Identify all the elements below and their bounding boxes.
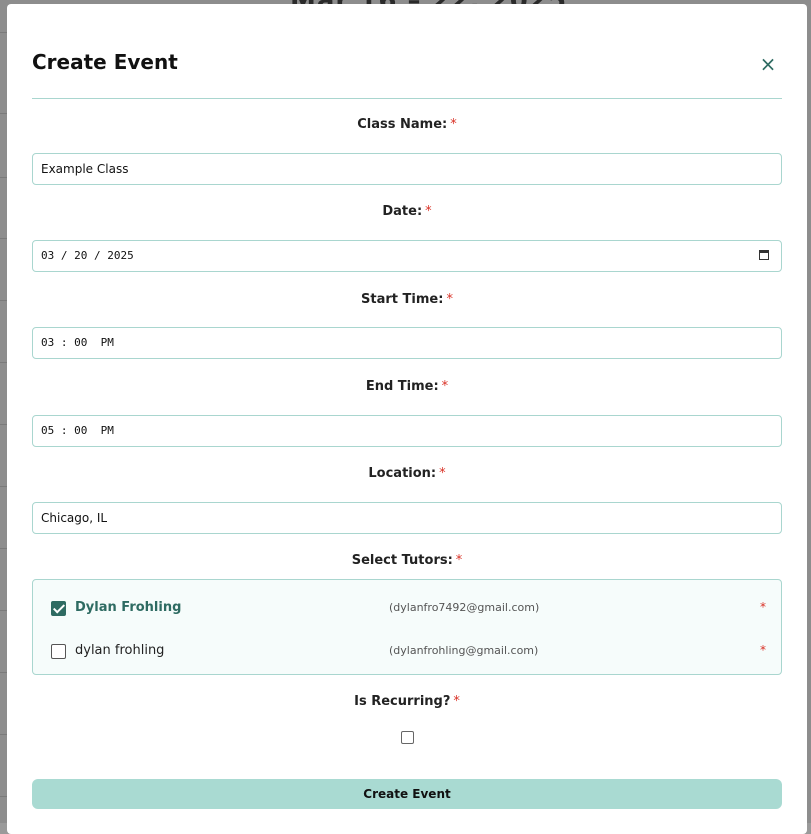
class-name-input[interactable]: Example Class <box>32 153 782 185</box>
start-time-input[interactable]: 03 : 00 PM <box>32 327 782 359</box>
date-input[interactable]: 03 / 20 / 2025 <box>32 240 782 272</box>
required-marker: * <box>453 694 460 709</box>
location-input[interactable]: Chicago, IL <box>32 502 782 534</box>
class-name-label: Class Name: * <box>32 117 782 132</box>
required-marker: * <box>425 204 432 219</box>
tutor-list: Dylan Frohling (dylanfro7492@gmail.com) … <box>32 579 782 675</box>
tutor-option-dylan-frohling-2[interactable]: dylan frohling (dylanfrohling@gmail.com)… <box>33 640 781 664</box>
required-marker: * <box>446 292 453 307</box>
location-label-text: Location: <box>368 466 437 481</box>
modal-title: Create Event <box>32 50 178 74</box>
calendar-icon[interactable] <box>759 250 769 260</box>
required-marker: * <box>455 553 463 568</box>
location-value: Chicago, IL <box>41 511 108 525</box>
is-recurring-label-text: Is Recurring? <box>354 694 451 709</box>
close-button[interactable]: × <box>758 54 778 74</box>
is-recurring-label: Is Recurring? * <box>32 694 782 709</box>
close-icon: × <box>759 52 777 76</box>
date-label-text: Date: <box>382 204 423 219</box>
create-event-button[interactable]: Create Event <box>32 779 782 809</box>
required-marker: * <box>450 117 457 132</box>
select-tutors-label: Select Tutors: * <box>32 553 782 568</box>
end-time-label-text: End Time: <box>365 379 439 394</box>
tutor-email: (dylanfro7492@gmail.com) <box>389 601 540 614</box>
start-time-value: 03 : 00 PM <box>41 336 114 349</box>
location-label: Location: * <box>32 466 782 481</box>
tutor-email: (dylanfrohling@gmail.com) <box>389 644 539 657</box>
create-event-modal: Create Event × Class Name: * Example Clas… <box>7 4 807 834</box>
class-name-value: Example Class <box>41 162 129 176</box>
required-marker: * <box>760 600 766 614</box>
modal-header: Create Event × <box>32 48 782 99</box>
required-marker: * <box>760 643 766 657</box>
required-marker: * <box>441 379 449 394</box>
tutor-checkbox[interactable] <box>51 644 66 659</box>
is-recurring-checkbox[interactable] <box>401 731 414 744</box>
date-value: 03 / 20 / 2025 <box>41 249 134 262</box>
tutor-name: dylan frohling <box>75 643 165 658</box>
class-name-label-text: Class Name: <box>357 117 448 132</box>
start-time-label-text: Start Time: <box>361 292 444 307</box>
end-time-value: 05 : 00 PM <box>41 424 114 437</box>
tutor-name: Dylan Frohling <box>75 600 182 615</box>
end-time-label: End Time: * <box>32 379 782 394</box>
date-label: Date: * <box>32 204 782 219</box>
select-tutors-label-text: Select Tutors: <box>351 553 453 568</box>
required-marker: * <box>439 466 446 481</box>
tutor-option-dylan-frohling[interactable]: Dylan Frohling (dylanfro7492@gmail.com) … <box>33 597 781 621</box>
end-time-input[interactable]: 05 : 00 PM <box>32 415 782 447</box>
start-time-label: Start Time: * <box>32 292 782 307</box>
tutor-checkbox-checked[interactable] <box>51 601 66 616</box>
